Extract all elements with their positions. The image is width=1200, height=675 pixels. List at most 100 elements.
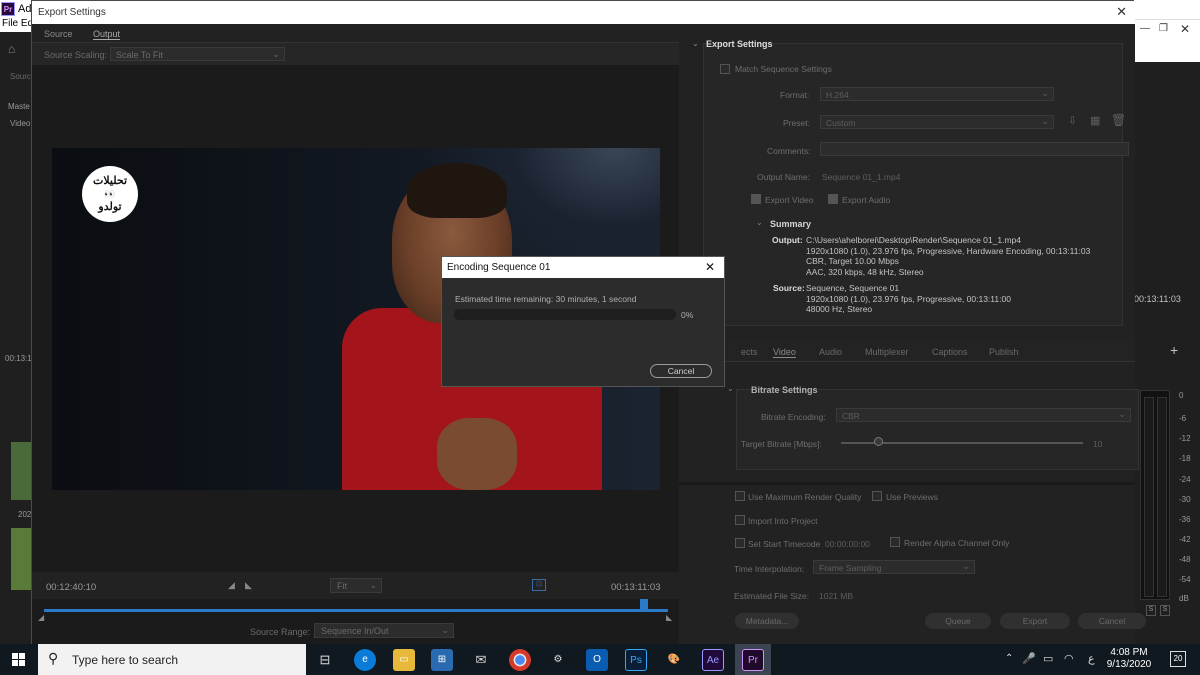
chevron-down-icon: ⌄ — [369, 580, 377, 590]
target-bitrate-label: Target Bitrate [Mbps]: — [741, 439, 822, 449]
dialog-close-icon[interactable]: ✕ — [1116, 4, 1127, 20]
home-icon[interactable]: ⌂ — [8, 42, 15, 56]
export-audio-label: Export Audio — [842, 195, 891, 205]
export-button[interactable]: Export — [1000, 613, 1070, 629]
playhead[interactable] — [640, 599, 648, 609]
tab-multiplexer[interactable]: Multiplexer — [865, 347, 909, 357]
outlook-icon[interactable]: O — [586, 649, 608, 671]
menu-file[interactable]: File — [2, 18, 18, 29]
after-effects-icon[interactable]: Ae — [702, 649, 724, 671]
import-preset-icon[interactable]: ▦ — [1090, 114, 1100, 127]
file-explorer-icon[interactable]: ▭ — [393, 649, 415, 671]
language-indicator[interactable]: ع — [1088, 652, 1095, 665]
source-scaling-value: Scale To Fit — [116, 50, 163, 60]
start-timecode-checkbox[interactable] — [735, 538, 745, 548]
db-6: -6 — [1179, 414, 1187, 423]
premiere-app-icon: Pr — [1, 2, 15, 16]
preset-select[interactable]: Custom ⌄ — [820, 115, 1054, 129]
render-alpha-checkbox[interactable] — [890, 537, 900, 547]
cancel-button[interactable]: Cancel — [1078, 613, 1146, 629]
chevron-down-icon: ⌄ — [1041, 88, 1049, 98]
preset-label: Preset: — [783, 118, 810, 128]
battery-icon[interactable]: ▭ — [1043, 652, 1053, 665]
format-subtabs: ects Video Audio Multiplexer Captions Pu… — [679, 340, 1135, 362]
tab-source[interactable]: Source — [44, 29, 73, 39]
tab-captions[interactable]: Captions — [932, 347, 968, 357]
target-bitrate-value: 10 — [1093, 439, 1103, 449]
network-app-icon[interactable]: ⚙ — [547, 649, 569, 671]
use-previews-checkbox[interactable] — [872, 491, 882, 501]
store-icon[interactable]: ⊞ — [431, 649, 453, 671]
photoshop-icon[interactable]: Ps — [625, 649, 647, 671]
encoding-close-icon[interactable]: ✕ — [705, 260, 715, 274]
taskbar-clock[interactable]: 4:08 PM 9/13/2020 — [1104, 647, 1154, 671]
out-point-icon[interactable]: ◣ — [666, 613, 672, 622]
format-select[interactable]: H.264 ⌄ — [820, 87, 1054, 101]
comments-input[interactable] — [820, 142, 1129, 156]
est-size-label: Estimated File Size: — [734, 591, 810, 601]
db-24: -24 — [1179, 475, 1191, 484]
tab-effects[interactable]: ects — [741, 347, 758, 357]
wifi-icon[interactable]: ◠ — [1064, 652, 1074, 665]
time-out: 00:13:11:03 — [611, 582, 661, 593]
minimize-icon[interactable]: — — [1140, 23, 1150, 34]
in-point-icon[interactable]: ◢ — [38, 613, 44, 622]
summary-output: C:\Users\ahelborei\Desktop\Render\Sequen… — [806, 235, 1091, 277]
tab-video[interactable]: Video — [773, 347, 796, 358]
mark-in-icon[interactable]: ◢ — [228, 580, 235, 591]
export-video-checkbox[interactable] — [751, 194, 761, 204]
mail-icon[interactable]: ✉ — [470, 649, 492, 671]
export-audio-checkbox[interactable] — [828, 194, 838, 204]
save-preset-icon[interactable]: ⇩ — [1068, 114, 1077, 127]
target-bitrate-handle[interactable] — [874, 437, 883, 446]
solo-right-button[interactable]: S — [1160, 605, 1170, 616]
import-project-checkbox[interactable] — [735, 515, 745, 525]
solo-left-button[interactable]: S — [1146, 605, 1156, 616]
tab-audio[interactable]: Audio — [819, 347, 842, 357]
bitrate-collapse-icon[interactable]: ⌄ — [727, 384, 734, 393]
tab-output[interactable]: Output — [93, 29, 121, 40]
mark-out-icon[interactable]: ◣ — [245, 580, 252, 591]
fit-select[interactable]: Fit ⌄ — [330, 578, 382, 593]
summary-collapse-icon[interactable]: ⌄ — [756, 218, 763, 227]
dialog-titlebar: Export Settings ✕ — [32, 1, 1135, 24]
taskbar-search[interactable]: ⚲ Type here to search — [38, 644, 306, 675]
close-window-icon[interactable]: ✕ — [1180, 22, 1190, 36]
start-button[interactable] — [0, 644, 38, 675]
output-name-link[interactable]: Sequence 01_1.mp4 — [822, 172, 900, 182]
premiere-icon[interactable]: Pr — [742, 649, 764, 671]
metadata-button[interactable]: Metadata... — [735, 613, 799, 629]
tab-publish[interactable]: Publish — [989, 347, 1019, 357]
delete-preset-icon[interactable]: 🗑 — [1111, 113, 1126, 127]
bitrate-encoding-select[interactable]: CBR ⌄ — [836, 408, 1131, 422]
source-scaling-select[interactable]: Scale To Fit ⌄ — [110, 47, 285, 61]
start-timecode-value[interactable]: 00:00:00:00 — [825, 539, 870, 549]
max-render-checkbox[interactable] — [735, 491, 745, 501]
format-label: Format: — [780, 90, 810, 100]
source-range-select[interactable]: Sequence In/Out ⌄ — [314, 623, 454, 638]
edge-icon[interactable]: e — [354, 649, 376, 671]
queue-button[interactable]: Queue — [925, 613, 991, 629]
notifications-icon[interactable]: 20 — [1170, 651, 1186, 667]
task-view-icon[interactable]: ⊟ — [314, 649, 336, 671]
paint-icon[interactable]: 🎨 — [663, 649, 685, 671]
show-hidden-icons-icon[interactable]: ⌃ — [1005, 653, 1013, 664]
media-thumbnail[interactable] — [11, 442, 31, 500]
add-icon[interactable]: + — [1170, 342, 1178, 358]
timeline-range-bar[interactable] — [44, 609, 668, 612]
microphone-icon[interactable]: 🎤 — [1022, 652, 1036, 665]
encoding-cancel-button[interactable]: Cancel — [650, 364, 712, 378]
chrome-icon[interactable] — [509, 649, 531, 671]
chevron-down-icon: ⌄ — [1041, 116, 1049, 126]
crop-icon[interactable]: ⊡ — [532, 579, 546, 591]
bitrate-section — [736, 389, 1139, 470]
settings-pane: Export Settings ⌄ Match Sequence Setting… — [679, 24, 1146, 645]
audio-meter — [1140, 390, 1170, 600]
match-sequence-checkbox[interactable] — [720, 64, 730, 74]
collapse-icon[interactable]: ⌄ — [692, 39, 699, 48]
media-thumbnail-2[interactable] — [11, 528, 31, 590]
restore-icon[interactable]: ❐ — [1159, 23, 1168, 34]
time-interp-select[interactable]: Frame Sampling ⌄ — [813, 560, 975, 574]
bitrate-header: Bitrate Settings — [751, 385, 818, 395]
db-48: -48 — [1179, 555, 1191, 564]
